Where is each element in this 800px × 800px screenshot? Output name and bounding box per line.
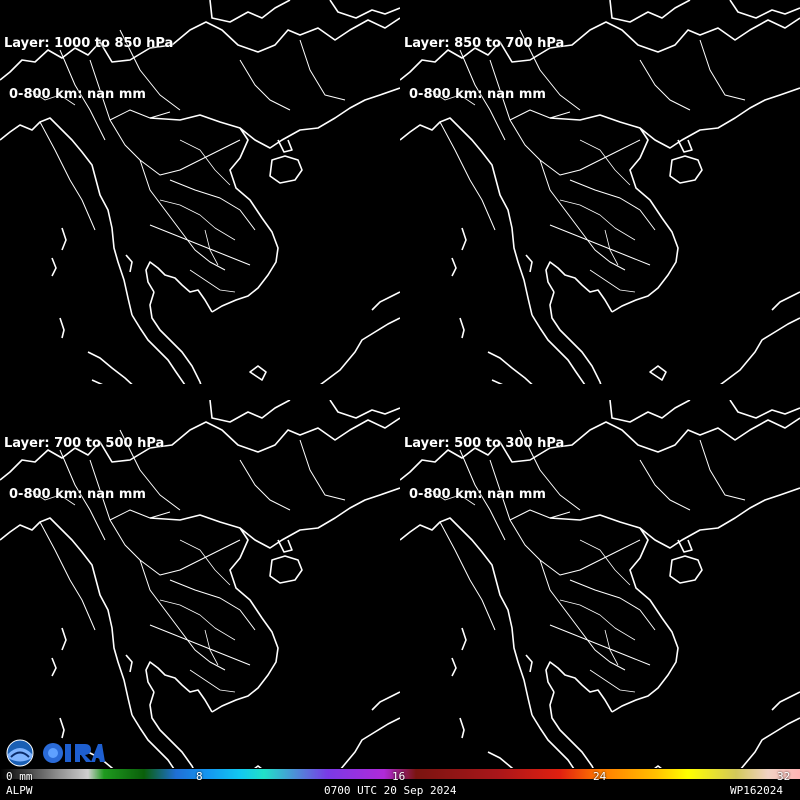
tick-label: 0 mm (6, 770, 33, 783)
pw-value-label: 0-800 km: nan mm (409, 87, 546, 102)
panel-layer-500-300: Layer: 500 to 300 hPa 0-800 km: nan mm (400, 400, 800, 768)
panel-layer-1000-850: Layer: 1000 to 850 hPa 0-800 km: nan mm (0, 0, 400, 384)
panel-caption: Layer: 500 to 300 hPa 0-800 km: nan mm (404, 401, 564, 537)
pw-value-label: 0-800 km: nan mm (9, 87, 146, 102)
panel-caption: Layer: 1000 to 850 hPa 0-800 km: nan mm (4, 1, 173, 137)
layer-label: Layer: 500 to 300 hPa (404, 436, 565, 451)
storm-id-label: WP162024 (730, 784, 783, 797)
layer-label: Layer: 1000 to 850 hPa (4, 36, 174, 51)
layer-label: Layer: 850 to 700 hPa (404, 36, 565, 51)
pw-value-label: 0-800 km: nan mm (9, 487, 146, 502)
product-label: ALPW (6, 784, 33, 797)
alpw-figure: Layer: 1000 to 850 hPa 0-800 km: nan mm … (0, 0, 800, 800)
logo-group (6, 739, 105, 767)
panel-layer-700-500: Layer: 700 to 500 hPa 0-800 km: nan mm (0, 400, 400, 768)
tick-label: 32 (777, 770, 791, 783)
panel-caption: Layer: 700 to 500 hPa 0-800 km: nan mm (4, 401, 164, 537)
tick-label: 8 (196, 770, 203, 783)
cira-logo (43, 743, 105, 763)
timestamp-label: 0700 UTC 20 Sep 2024 (324, 784, 457, 797)
tick-label: 16 (392, 770, 406, 783)
noaa-logo (6, 739, 34, 767)
colorbar: 0 mm 8 16 24 32 ALPW 0700 UTC 20 Sep 202… (0, 768, 800, 800)
pw-value-label: 0-800 km: nan mm (409, 487, 546, 502)
panel-caption: Layer: 850 to 700 hPa 0-800 km: nan mm (404, 1, 564, 137)
panel-layer-850-700: Layer: 850 to 700 hPa 0-800 km: nan mm (400, 0, 800, 384)
tick-label: 24 (593, 770, 607, 783)
layer-label: Layer: 700 to 500 hPa (4, 436, 165, 451)
